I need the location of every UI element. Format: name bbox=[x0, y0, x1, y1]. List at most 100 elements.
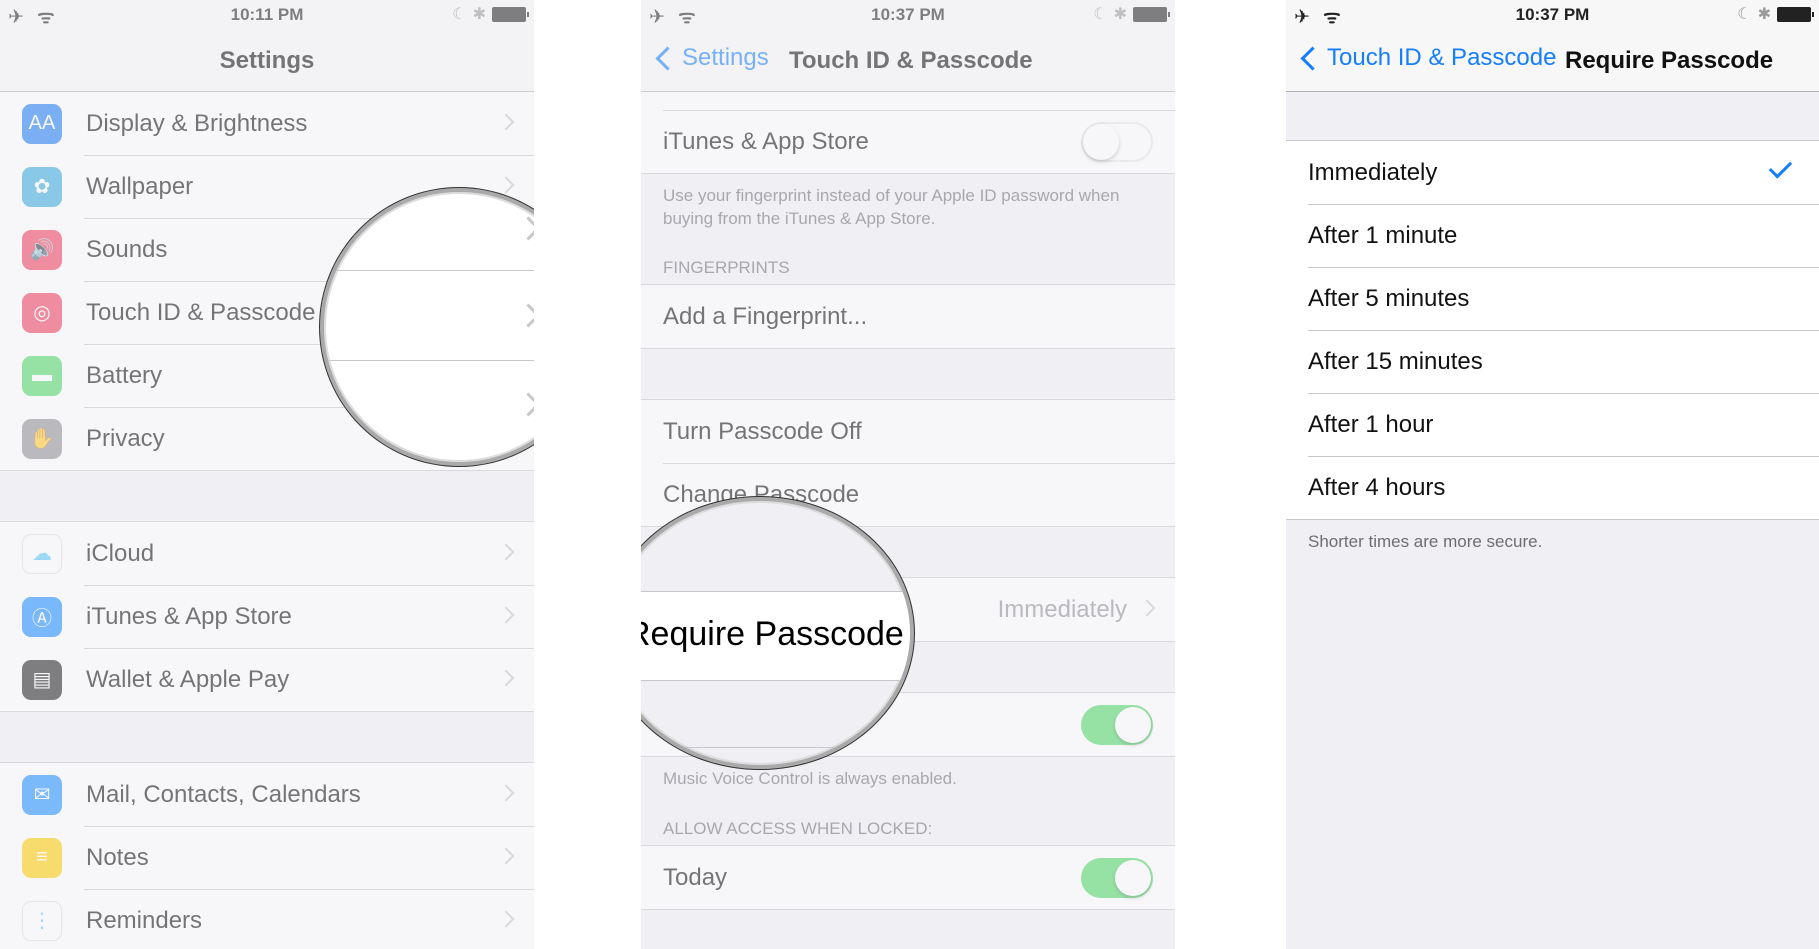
settings-item[interactable]: ☁ iCloud bbox=[0, 522, 534, 586]
status-bar: ✈ ᯤ 10:37 PM ☾ ✱ bbox=[1286, 0, 1819, 30]
passcode-option[interactable]: After 1 hour bbox=[1286, 393, 1819, 457]
moon-icon: ☾ bbox=[1737, 6, 1752, 23]
touch-id-passcode-panel: ✈ ᯤ 10:37 PM ☾ ✱ Settings Touch ID & Pass… bbox=[641, 0, 1175, 949]
bluetooth-icon: ✱ bbox=[1757, 6, 1771, 23]
security-footer: Shorter times are more secure. bbox=[1308, 532, 1543, 551]
chevron-right-icon bbox=[497, 910, 515, 928]
option-label: After 15 minutes bbox=[1308, 347, 1483, 375]
voice-footer: Music Voice Control is always enabled. bbox=[663, 769, 957, 788]
settings-item[interactable]: ✉ Mail, Contacts, Calendars bbox=[0, 763, 534, 827]
settings-item[interactable]: AA Display & Brightness bbox=[0, 92, 534, 156]
require-passcode-value: Immediately bbox=[997, 595, 1127, 623]
bluetooth-icon: ✱ bbox=[472, 6, 486, 23]
passcode-option[interactable]: After 5 minutes bbox=[1286, 267, 1819, 331]
settings-item-label: Mail, Contacts, Calendars bbox=[86, 780, 361, 808]
bluetooth-icon: ✱ bbox=[1113, 6, 1127, 23]
display-brightness-icon: AA bbox=[22, 103, 62, 144]
settings-item-label: Touch ID & Passcode bbox=[86, 298, 316, 326]
passcode-option[interactable]: After 1 minute bbox=[1286, 204, 1819, 268]
fingerprints-header: FINGERPRINTS bbox=[663, 258, 790, 277]
settings-item-label: iTunes & App Store bbox=[86, 602, 292, 630]
chevron-left-icon bbox=[1300, 45, 1325, 71]
magnified-require-passcode: Require Passcode bbox=[641, 615, 904, 653]
option-label: After 1 minute bbox=[1308, 221, 1458, 249]
moon-icon: ☾ bbox=[1093, 6, 1108, 23]
chevron-right-icon bbox=[497, 606, 515, 624]
battery-status-icon bbox=[492, 6, 529, 22]
battery-status-icon bbox=[1133, 6, 1170, 22]
chevron-right-icon bbox=[516, 216, 534, 241]
chevron-right-icon bbox=[497, 113, 515, 131]
chevron-right-icon bbox=[497, 847, 515, 865]
itunes-toggle[interactable] bbox=[1081, 122, 1153, 162]
icloud-icon: ☁ bbox=[22, 533, 62, 574]
back-button[interactable]: Touch ID & Passcode bbox=[1296, 44, 1556, 72]
settings-item-label: iCloud bbox=[86, 539, 155, 567]
checkmark-icon bbox=[1768, 155, 1793, 179]
dimmed-layer: ✈ ᯤ 10:37 PM ☾ ✱ Settings Touch ID & Pass… bbox=[641, 0, 1175, 949]
battery-icon: ▬ bbox=[22, 355, 62, 396]
moon-icon: ☾ bbox=[452, 6, 467, 23]
settings-item-label: Notes bbox=[86, 843, 149, 871]
settings-item-label: Display & Brightness bbox=[86, 109, 308, 137]
add-fingerprint-button[interactable]: Add a Fingerprint... bbox=[641, 285, 1175, 348]
chevron-right-icon bbox=[497, 176, 515, 194]
settings-group: ✉ Mail, Contacts, Calendars ≡ Notes ⋮ Reminde… bbox=[0, 762, 534, 949]
mail-icon: ✉ bbox=[22, 774, 62, 815]
battery-status-icon bbox=[1777, 6, 1814, 22]
passcode-option[interactable]: Immediately bbox=[1286, 141, 1819, 205]
settings-item[interactable]: ≡ Notes bbox=[0, 826, 534, 890]
sounds-icon: 🔊 bbox=[22, 229, 62, 270]
chevron-right-icon bbox=[497, 784, 515, 802]
settings-item-label: Privacy bbox=[86, 424, 165, 452]
today-toggle[interactable] bbox=[1081, 858, 1153, 898]
settings-panel: ✈ ᯤ 10:11 PM ☾ ✱ Settings AA Display & Bri… bbox=[0, 0, 534, 949]
nav-bar: Settings bbox=[0, 30, 534, 92]
turn-passcode-off-button[interactable]: Turn Passcode Off bbox=[641, 400, 1175, 464]
privacy-icon: ✋ bbox=[22, 418, 62, 459]
wallet-icon: ▤ bbox=[22, 659, 62, 700]
passcode-option[interactable]: After 15 minutes bbox=[1286, 330, 1819, 394]
chevron-left-icon bbox=[655, 45, 680, 71]
page-title: Settings bbox=[219, 47, 315, 74]
settings-item-label: Wallpaper bbox=[86, 172, 194, 200]
chevron-right-icon bbox=[516, 303, 534, 328]
status-bar: ✈ ᯤ 10:37 PM ☾ ✱ bbox=[641, 0, 1175, 30]
settings-item-label: Sounds bbox=[86, 235, 168, 263]
page-title: Require Passcode bbox=[1565, 47, 1774, 74]
status-bar: ✈ ᯤ 10:11 PM ☾ ✱ bbox=[0, 0, 534, 30]
settings-item-label: Battery bbox=[86, 361, 163, 389]
reminders-icon: ⋮ bbox=[22, 900, 62, 941]
chevron-right-icon bbox=[516, 392, 534, 417]
option-label: After 1 hour bbox=[1308, 410, 1434, 438]
chevron-right-icon bbox=[1138, 599, 1156, 617]
touch-id-icon: ◎ bbox=[22, 292, 62, 333]
require-passcode-panel: ✈ ᯤ 10:37 PM ☾ ✱ Touch ID & Passcode Requ… bbox=[1286, 0, 1819, 949]
settings-item[interactable]: ▤ Wallet & Apple Pay bbox=[0, 648, 534, 711]
chevron-right-icon bbox=[497, 543, 515, 561]
app-store-icon: Ⓐ bbox=[22, 596, 62, 637]
voice-dial-toggle[interactable] bbox=[1081, 705, 1153, 745]
today-row: Today bbox=[641, 846, 1175, 909]
dimmed-layer: ✈ ᯤ 10:11 PM ☾ ✱ Settings AA Display & Bri… bbox=[0, 0, 534, 949]
option-label: After 5 minutes bbox=[1308, 284, 1470, 312]
nav-bar: Touch ID & Passcode Require Passcode bbox=[1286, 30, 1819, 92]
settings-item[interactable]: ⋮ Reminders bbox=[0, 889, 534, 949]
page-title: Touch ID & Passcode bbox=[789, 47, 1033, 74]
wallpaper-icon: ✿ bbox=[22, 166, 62, 207]
passcode-option[interactable]: After 4 hours bbox=[1286, 456, 1819, 519]
settings-item-label: Wallet & Apple Pay bbox=[86, 665, 290, 693]
allow-access-header: ALLOW ACCESS WHEN LOCKED: bbox=[663, 819, 933, 838]
back-button[interactable]: Settings bbox=[651, 44, 769, 72]
nav-bar: Settings Touch ID & Passcode bbox=[641, 30, 1175, 92]
options-list: Immediately After 1 minute After 5 minutes… bbox=[1286, 140, 1819, 520]
option-label: Immediately bbox=[1308, 158, 1438, 186]
settings-item[interactable]: ⒶiTunes & App Store bbox=[0, 585, 534, 649]
chevron-right-icon bbox=[497, 669, 515, 687]
option-label: After 4 hours bbox=[1308, 473, 1446, 501]
settings-group: ☁ iCloud ⒶiTunes & App Store ▤ Wallet & Appl… bbox=[0, 521, 534, 712]
notes-icon: ≡ bbox=[22, 837, 62, 878]
itunes-toggle-row: iTunes & App Store bbox=[641, 110, 1175, 173]
settings-item-label: Reminders bbox=[86, 906, 203, 934]
itunes-footer: Use your fingerprint instead of your App… bbox=[663, 186, 1120, 228]
